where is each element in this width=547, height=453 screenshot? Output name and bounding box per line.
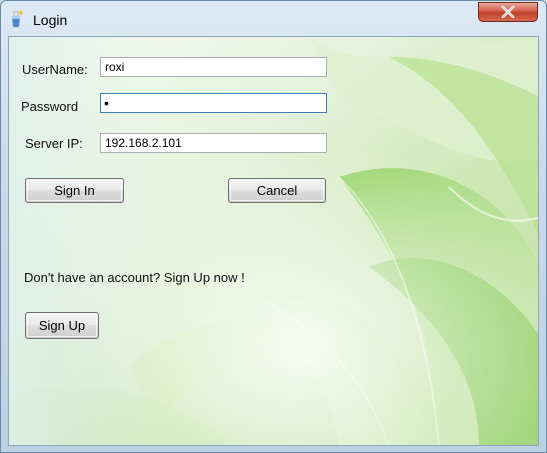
login-form-panel: UserName: Password • Server IP: Sign In … bbox=[8, 36, 539, 446]
sign-in-button[interactable]: Sign In bbox=[25, 178, 124, 203]
server-ip-field[interactable] bbox=[100, 133, 327, 153]
app-icon bbox=[12, 11, 23, 27]
username-field[interactable] bbox=[100, 57, 327, 77]
close-button[interactable] bbox=[478, 2, 538, 22]
server-ip-label: Server IP: bbox=[25, 136, 83, 151]
title-bar[interactable]: Login bbox=[1, 1, 546, 37]
window-title: Login bbox=[33, 12, 68, 28]
cancel-button[interactable]: Cancel bbox=[228, 178, 326, 203]
sign-up-label: Sign Up bbox=[38, 318, 86, 333]
signup-prompt: Don't have an account? Sign Up now ! bbox=[24, 270, 245, 285]
username-label: UserName: bbox=[22, 62, 88, 77]
password-mask: • bbox=[104, 95, 109, 111]
password-label: Password bbox=[21, 99, 79, 114]
sign-in-label: Sign In bbox=[54, 183, 95, 198]
close-icon bbox=[501, 6, 515, 18]
cancel-label: Cancel bbox=[256, 183, 298, 198]
login-window: Login UserName: roxi Password • Server I… bbox=[0, 0, 547, 453]
password-field[interactable]: • bbox=[100, 93, 327, 113]
sign-up-button[interactable]: Sign Up bbox=[25, 312, 99, 339]
